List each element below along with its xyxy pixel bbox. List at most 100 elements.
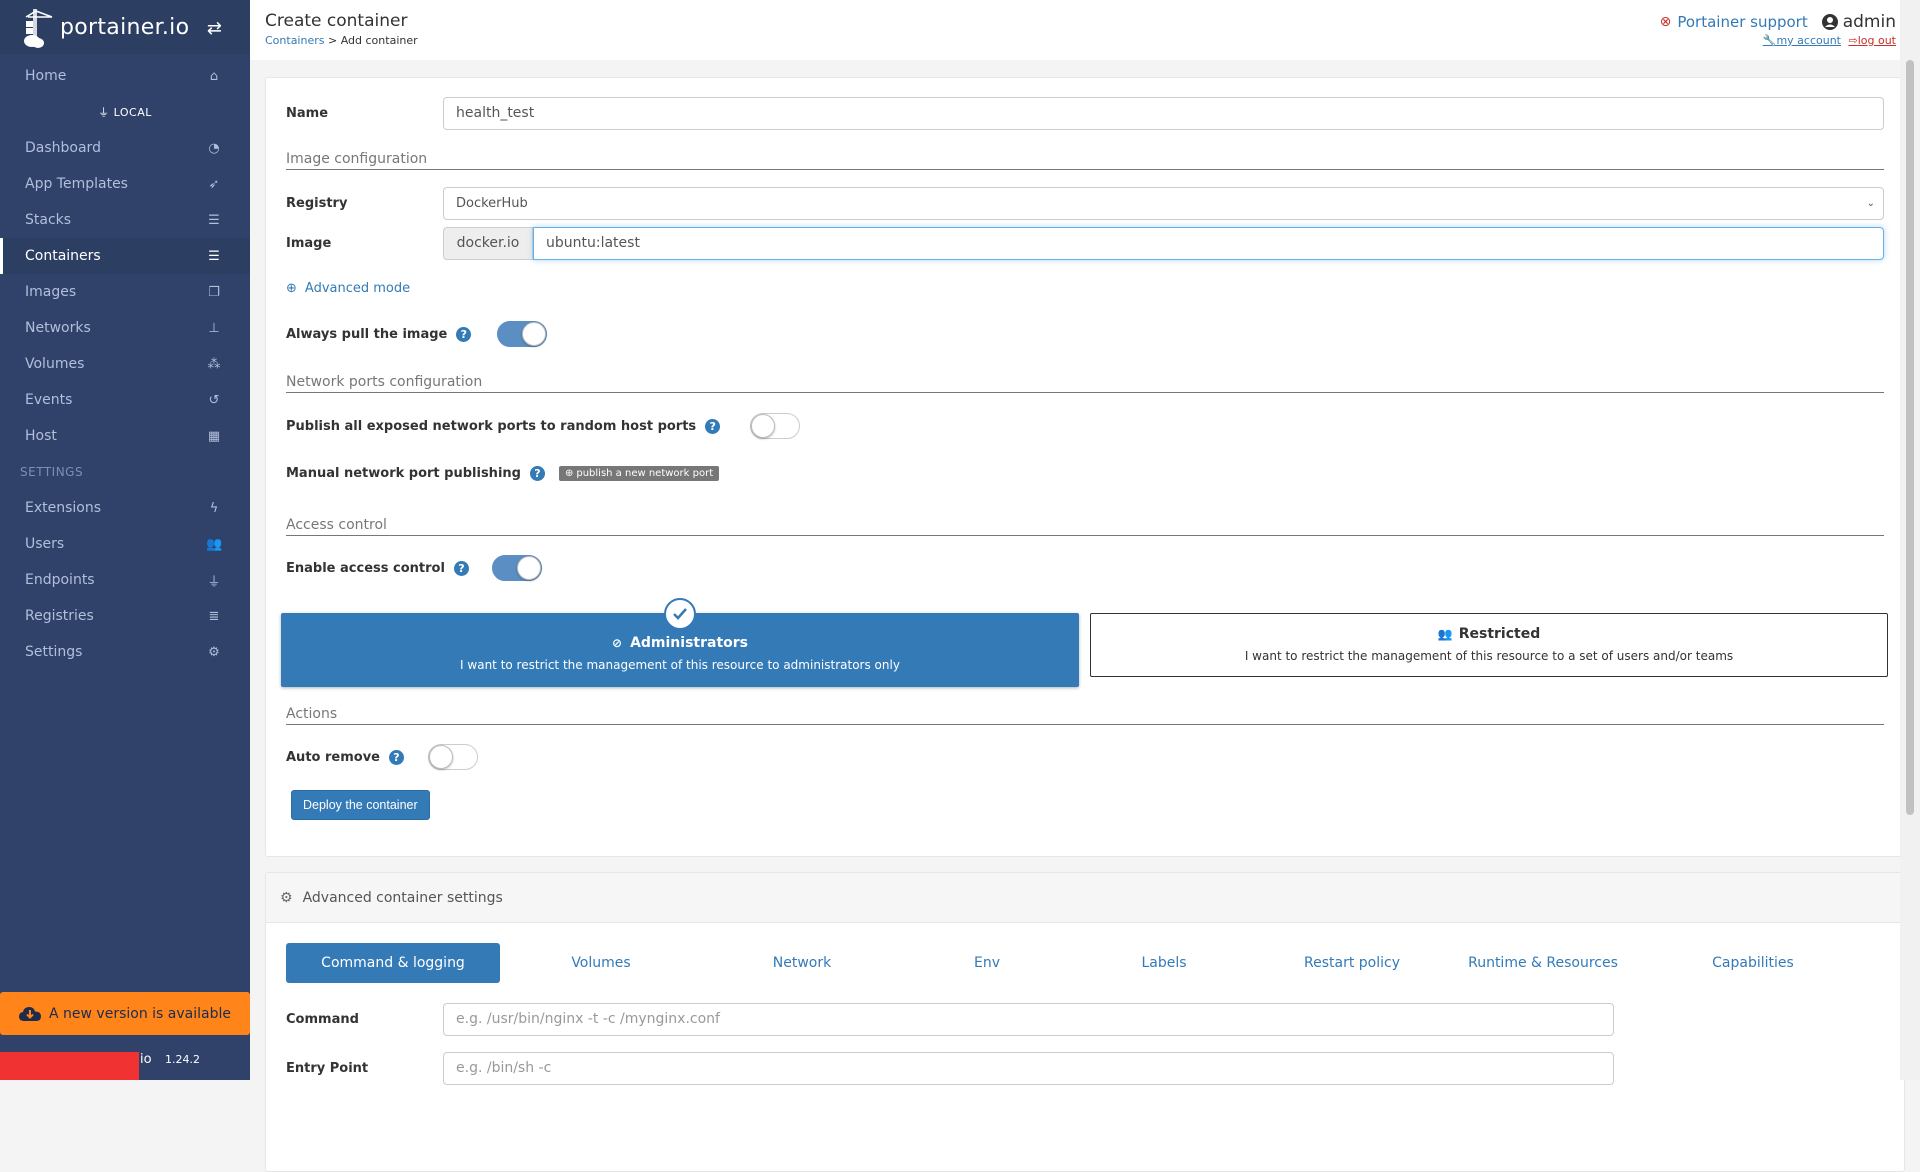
- sidebar-item-images[interactable]: Images ❐: [0, 274, 250, 310]
- sidebar-item-label: Dashboard: [25, 140, 101, 156]
- breadcrumb-containers-link[interactable]: Containers: [265, 34, 325, 47]
- enable-access-toggle[interactable]: [492, 555, 542, 581]
- manual-port-label: Manual network port publishing?: [286, 466, 545, 481]
- advanced-mode-link[interactable]: ⊕ Advanced mode: [286, 278, 1884, 298]
- life-ring-icon: ⊗: [1660, 14, 1672, 30]
- sidebar-item-containers[interactable]: Containers ☰: [0, 238, 250, 274]
- eye-slash-icon: ⊘: [612, 636, 622, 650]
- always-pull-toggle[interactable]: [497, 321, 547, 347]
- tab-command-logging[interactable]: Command & logging: [286, 943, 500, 983]
- log-out-link[interactable]: ⇨log out: [1849, 34, 1897, 47]
- sidebar-item-endpoints[interactable]: Endpoints ⏚: [0, 562, 250, 598]
- auto-remove-label: Auto remove?: [286, 750, 404, 765]
- user-name-text: admin: [1843, 12, 1896, 32]
- sign-out-icon: ⇨: [1849, 34, 1858, 47]
- deploy-row: Deploy the container: [291, 790, 1884, 820]
- swap-icon[interactable]: ⇄: [207, 18, 222, 39]
- sidebar-item-host[interactable]: Host ▦: [0, 418, 250, 454]
- entrypoint-placeholder: e.g. /bin/sh -c: [456, 1060, 551, 1076]
- manual-port-row: Manual network port publishing? ⊕publish…: [286, 462, 1884, 484]
- sidebar-item-dashboard[interactable]: Dashboard ◔: [0, 130, 250, 166]
- help-icon[interactable]: ?: [456, 327, 471, 342]
- auto-remove-text: Auto remove: [286, 750, 380, 765]
- sidebar-item-app-templates[interactable]: App Templates ➶: [0, 166, 250, 202]
- cubes-icon: ⁂: [206, 357, 222, 372]
- publish-all-toggle[interactable]: [750, 413, 800, 439]
- toggle-knob: [522, 322, 546, 346]
- image-row: Image docker.io ubuntu:latest: [286, 226, 1884, 260]
- sidebar-item-stacks[interactable]: Stacks ☰: [0, 202, 250, 238]
- deploy-container-button[interactable]: Deploy the container: [291, 790, 430, 820]
- access-control-title: Access control: [286, 517, 1884, 536]
- tab-runtime-resources[interactable]: Runtime & Resources: [1448, 943, 1638, 983]
- users-icon: 👥: [206, 537, 222, 552]
- bolt-icon: ϟ: [206, 501, 222, 516]
- sidebar-item-settings[interactable]: Settings ⚙: [0, 634, 250, 670]
- users-icon: 👥: [1438, 627, 1453, 641]
- sidebar-item-networks[interactable]: Networks ⊥: [0, 310, 250, 346]
- auto-remove-toggle[interactable]: [428, 744, 478, 770]
- brand-name: portainer.io: [60, 15, 189, 40]
- publish-new-port-label: publish a new network port: [576, 468, 713, 479]
- help-icon[interactable]: ?: [454, 561, 469, 576]
- entrypoint-label: Entry Point: [286, 1061, 368, 1076]
- name-label: Name: [286, 106, 328, 121]
- sidebar-item-registries[interactable]: Registries ≣: [0, 598, 250, 634]
- advanced-settings-card: ⚙ Advanced container settings Command & …: [265, 872, 1905, 1172]
- manual-port-text: Manual network port publishing: [286, 466, 521, 481]
- sidebar-item-users[interactable]: Users 👥: [0, 526, 250, 562]
- breadcrumb-separator: >: [325, 34, 341, 47]
- rocket-icon: ➶: [206, 177, 222, 192]
- scrollbar-thumb[interactable]: [1906, 60, 1914, 815]
- restricted-option[interactable]: 👥Restricted I want to restrict the manag…: [1090, 613, 1888, 677]
- enable-access-label: Enable access control?: [286, 561, 469, 576]
- user-name: admin: [1822, 12, 1896, 32]
- help-icon[interactable]: ?: [389, 750, 404, 765]
- sidebar-footer: io 1.24.2: [0, 1040, 250, 1080]
- registry-select[interactable]: DockerHub ⌄: [443, 187, 1884, 220]
- sidebar-item-events[interactable]: Events ↺: [0, 382, 250, 418]
- tab-capabilities[interactable]: Capabilities: [1638, 943, 1868, 983]
- home-icon: ⌂: [206, 69, 222, 84]
- tab-volumes[interactable]: Volumes: [500, 943, 702, 983]
- tab-network[interactable]: Network: [702, 943, 902, 983]
- user-circle-icon: [1822, 14, 1838, 30]
- publish-all-text: Publish all exposed network ports to ran…: [286, 419, 696, 434]
- my-account-link[interactable]: 🔧my account: [1763, 34, 1841, 47]
- advanced-settings-header: ⚙ Advanced container settings: [266, 873, 1904, 923]
- sitemap-icon: ⊥: [206, 321, 222, 336]
- image-prefix: docker.io: [443, 227, 533, 260]
- th-icon: ▦: [206, 429, 222, 444]
- publish-new-port-button[interactable]: ⊕publish a new network port: [559, 466, 719, 481]
- page-header: Create container Containers > Add contai…: [250, 0, 1920, 60]
- name-input[interactable]: health_test: [443, 97, 1884, 130]
- sidebar: portainer.io ⇄ Home ⌂ ⏚ LOCAL Dashboard …: [0, 0, 250, 1080]
- update-banner[interactable]: A new version is available: [0, 992, 250, 1035]
- portainer-logo[interactable]: portainer.io: [22, 5, 189, 49]
- sidebar-item-volumes[interactable]: Volumes ⁂: [0, 346, 250, 382]
- administrators-option[interactable]: ⊘Administrators I want to restrict the m…: [281, 613, 1079, 687]
- sidebar-item-label: Users: [25, 536, 64, 552]
- restricted-title: Restricted: [1459, 626, 1541, 642]
- page-scrollbar[interactable]: [1900, 0, 1920, 1080]
- help-icon[interactable]: ?: [705, 419, 720, 434]
- tab-restart-policy[interactable]: Restart policy: [1256, 943, 1448, 983]
- update-banner-text: A new version is available: [49, 1006, 231, 1022]
- portainer-support-link[interactable]: ⊗ Portainer support: [1660, 13, 1808, 31]
- sidebar-item-extensions[interactable]: Extensions ϟ: [0, 490, 250, 526]
- command-input[interactable]: e.g. /usr/bin/nginx -t -c /mynginx.conf: [443, 1003, 1614, 1036]
- server-icon: ☰: [206, 249, 222, 264]
- sidebar-item-home[interactable]: Home ⌂: [0, 58, 250, 94]
- clone-icon: ❐: [206, 285, 222, 300]
- sidebar-item-label: Extensions: [25, 500, 101, 516]
- sidebar-item-label: Settings: [25, 644, 82, 660]
- network-ports-title: Network ports configuration: [286, 374, 1884, 393]
- command-label: Command: [286, 1012, 359, 1027]
- tab-labels[interactable]: Labels: [1072, 943, 1256, 983]
- name-row: Name health_test: [286, 96, 1884, 130]
- administrators-description: I want to restrict the management of thi…: [281, 658, 1079, 672]
- tab-env[interactable]: Env: [902, 943, 1072, 983]
- sidebar-item-label: Volumes: [25, 356, 84, 372]
- help-icon[interactable]: ?: [530, 466, 545, 481]
- image-input[interactable]: ubuntu:latest: [533, 227, 1884, 260]
